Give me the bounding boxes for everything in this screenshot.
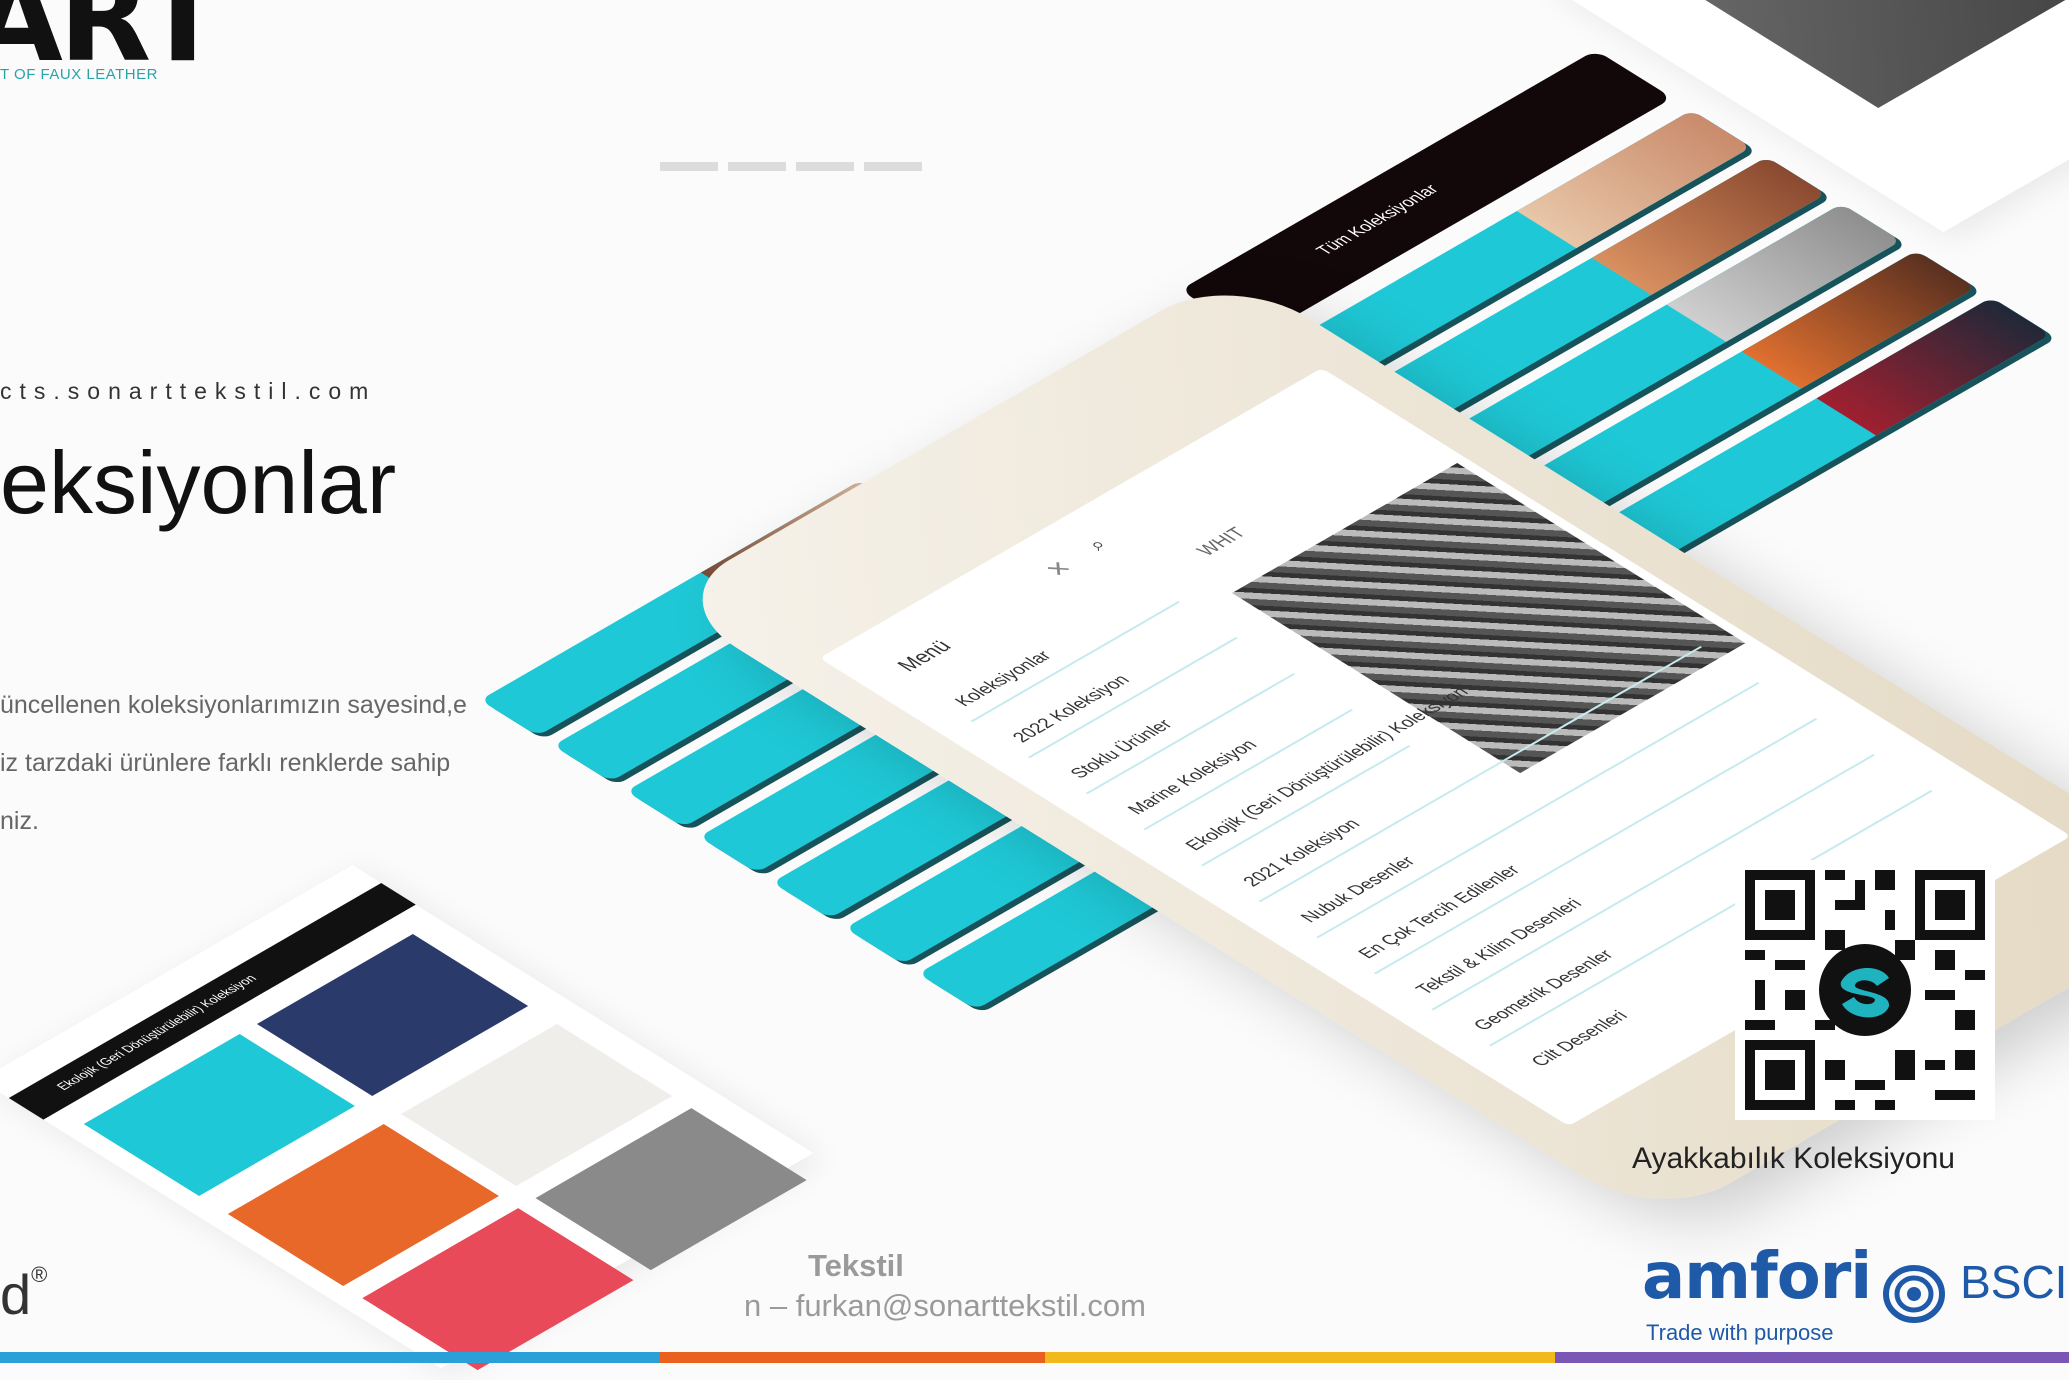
bottom-color-bar bbox=[0, 1352, 2069, 1363]
menu-header: Menü bbox=[892, 637, 958, 676]
menu-item[interactable]: 2021 Koleksiyon bbox=[1238, 816, 1365, 890]
bsci-wordmark: BSCI bbox=[1960, 1256, 2068, 1308]
amfori-bsci-logo: amfori BSCI Trade with purpose bbox=[1642, 1240, 2068, 1345]
search-icon[interactable]: ⌕ bbox=[1082, 535, 1114, 554]
logo-tagline: T OF FAUX LEATHER bbox=[0, 66, 158, 83]
footer-contact[interactable]: n – furkan@sonarttekstil.com bbox=[744, 1288, 1146, 1324]
footer-company: Tekstil bbox=[808, 1248, 904, 1283]
qr-code[interactable] bbox=[1735, 860, 1995, 1120]
qr-caption: Ayakkabılık Koleksiyonu bbox=[1632, 1142, 1955, 1175]
amfori-wordmark: amfori bbox=[1642, 1240, 1872, 1314]
app-screen-bottom: Ekolojik (Geri Dönüştürülebilir) Koleksi… bbox=[0, 865, 814, 1371]
amfori-spiral-icon bbox=[1882, 1264, 1945, 1323]
registered-mark-letter: d bbox=[0, 1263, 32, 1326]
menu-item[interactable]: Cilt Desenleri bbox=[1526, 1008, 1633, 1071]
registered-symbol: ® bbox=[31, 1262, 48, 1287]
registered-mark: d® bbox=[0, 1262, 47, 1327]
menu-item[interactable]: 2022 Koleksiyon bbox=[1008, 672, 1135, 746]
amfori-tagline: Trade with purpose bbox=[1646, 1320, 1834, 1345]
site-url[interactable]: cts.sonarttekstil.com bbox=[0, 378, 376, 405]
menu-tab-label[interactable]: WHIT bbox=[1192, 524, 1252, 560]
leather-swatch-image bbox=[1647, 0, 2069, 109]
page-title: eksiyonlar bbox=[0, 433, 397, 532]
close-icon[interactable]: ✕ bbox=[1039, 557, 1080, 582]
